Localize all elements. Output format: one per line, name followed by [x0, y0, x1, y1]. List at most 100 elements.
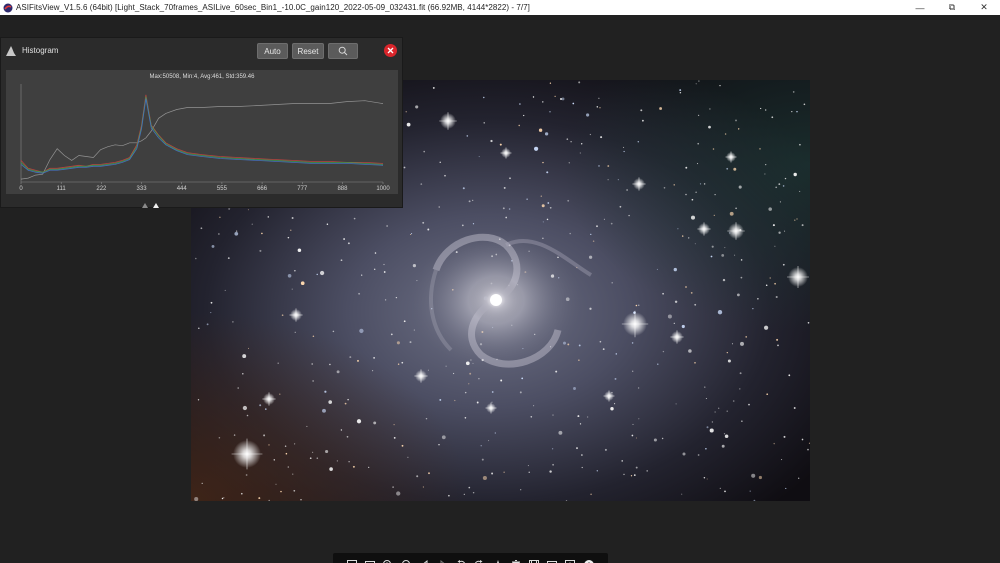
star [799, 143, 801, 146]
star [580, 143, 583, 145]
star [724, 247, 726, 249]
star [586, 416, 589, 418]
close-window-button[interactable]: ✕ [968, 0, 1000, 15]
star [373, 357, 375, 359]
star [227, 257, 230, 259]
star [368, 466, 370, 469]
histogram-header[interactable]: Histogram Auto Reset [1, 38, 404, 64]
star [599, 340, 602, 343]
star [386, 225, 388, 227]
star [405, 111, 407, 113]
star [439, 161, 441, 163]
x-tick-label: 222 [96, 186, 107, 192]
star [519, 103, 521, 105]
star [392, 486, 394, 488]
star [607, 165, 610, 167]
star [453, 372, 455, 375]
add-button[interactable] [579, 557, 597, 563]
star [277, 362, 279, 364]
star [673, 184, 675, 186]
close-histogram-button[interactable] [384, 44, 397, 57]
star [415, 105, 419, 109]
actual-size-button[interactable] [361, 557, 379, 563]
star [793, 407, 796, 409]
star [425, 417, 428, 420]
star [542, 161, 544, 164]
star [232, 321, 234, 323]
histogram-panel[interactable]: Histogram Auto Reset Max:50508, Min:4, A… [0, 37, 403, 208]
star [561, 97, 565, 101]
histogram-chart [20, 84, 384, 184]
stretch-markers[interactable] [141, 201, 161, 209]
star [508, 208, 511, 210]
next-button[interactable] [434, 557, 452, 563]
star [285, 452, 288, 455]
star [542, 221, 544, 223]
star [694, 361, 696, 364]
zoom-in-button[interactable] [379, 557, 397, 563]
star [697, 142, 700, 145]
star [732, 400, 735, 402]
star [297, 248, 302, 253]
star [401, 361, 404, 364]
star [480, 445, 482, 447]
star [714, 193, 716, 196]
star [596, 225, 598, 228]
star [406, 122, 411, 127]
zoom-out-button[interactable] [398, 557, 416, 563]
star [757, 298, 759, 300]
star [329, 363, 331, 366]
info-button[interactable] [561, 557, 579, 563]
star [340, 429, 343, 431]
maximize-button[interactable]: ⧉ [936, 0, 968, 15]
star [546, 218, 549, 221]
star [758, 475, 762, 480]
star [760, 107, 762, 110]
star [598, 97, 600, 99]
star [206, 323, 209, 326]
star [698, 80, 700, 82]
star [729, 211, 734, 216]
star [642, 119, 644, 122]
histogram-zoom-button[interactable] [328, 43, 358, 59]
star [468, 200, 471, 203]
info-icon [565, 560, 576, 563]
star [573, 387, 576, 390]
star [293, 489, 296, 492]
star [261, 232, 263, 235]
star [397, 363, 400, 365]
star [713, 214, 715, 217]
fit-to-window-button[interactable] [343, 557, 361, 563]
star [273, 459, 276, 461]
image-viewer[interactable]: Histogram Auto Reset Max:50508, Min:4, A… [0, 15, 1000, 563]
save-button[interactable] [525, 557, 543, 563]
star [329, 467, 333, 471]
star [703, 183, 706, 185]
rotate-left-button[interactable] [452, 557, 470, 563]
star [549, 206, 552, 209]
histogram-plot[interactable]: Max:50508, Min:4, Avg:461, Std:359.46 01… [6, 70, 398, 194]
star [722, 278, 726, 282]
star [343, 238, 346, 240]
star [393, 437, 396, 439]
previous-button[interactable] [416, 557, 434, 563]
star [667, 314, 672, 319]
star [279, 393, 281, 395]
star [592, 240, 595, 242]
star [332, 330, 335, 333]
star [765, 109, 767, 111]
star [738, 185, 742, 189]
histogram-button[interactable] [489, 557, 507, 563]
star [600, 136, 603, 139]
star [778, 183, 781, 185]
delete-button[interactable] [507, 557, 525, 563]
minimize-button[interactable]: — [904, 0, 936, 15]
compare-button[interactable] [543, 557, 561, 563]
star [685, 166, 688, 169]
star [656, 268, 658, 270]
star [723, 433, 726, 435]
rotate-right-button[interactable] [470, 557, 488, 563]
reset-stretch-button[interactable]: Reset [292, 43, 324, 59]
auto-stretch-button[interactable]: Auto [257, 43, 288, 59]
star [739, 388, 741, 390]
